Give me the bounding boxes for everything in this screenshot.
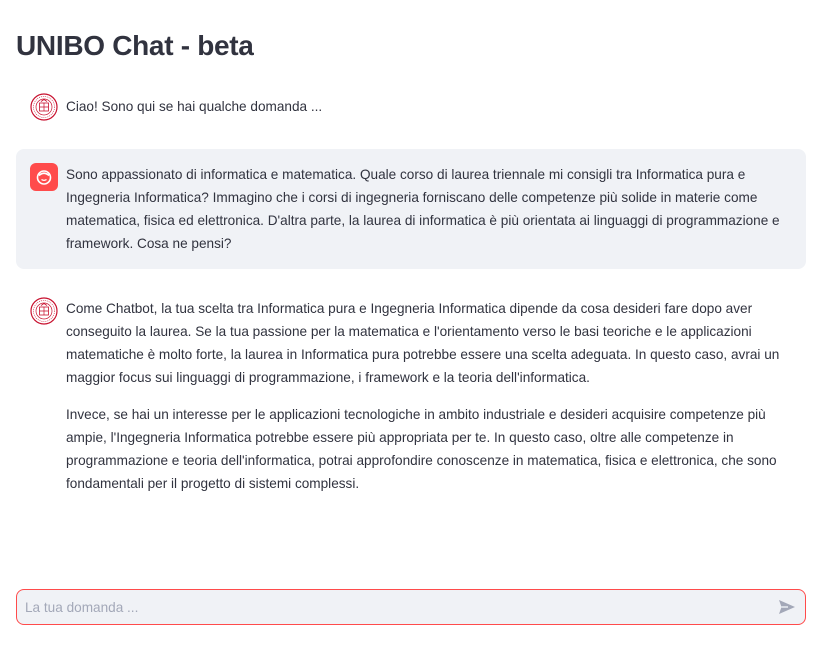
message-content: Ciao! Sono qui se hai qualche domanda ..… bbox=[66, 93, 806, 121]
chat-message-assistant: Come Chatbot, la tua scelta tra Informat… bbox=[16, 297, 806, 495]
chat-input[interactable] bbox=[17, 590, 769, 624]
page-title: UNIBO Chat - beta bbox=[16, 30, 254, 61]
send-button[interactable] bbox=[769, 590, 805, 624]
message-paragraph: Ciao! Sono qui se hai qualche domanda ..… bbox=[66, 99, 323, 114]
message-paragraph: Invece, se hai un interesse per le appli… bbox=[66, 407, 777, 491]
chat-message-user: Sono appassionato di informatica e matem… bbox=[16, 149, 806, 269]
chat-input-container bbox=[16, 589, 806, 625]
chat-page: UNIBO Chat - beta Ciao! Sono qui se hai … bbox=[0, 0, 822, 646]
message-content: Come Chatbot, la tua scelta tra Informat… bbox=[66, 297, 806, 495]
send-icon bbox=[779, 600, 795, 614]
unibo-seal-icon bbox=[30, 93, 58, 121]
message-paragraph: Come Chatbot, la tua scelta tra Informat… bbox=[66, 301, 780, 385]
message-content: Sono appassionato di informatica e matem… bbox=[66, 163, 806, 255]
user-face-icon bbox=[30, 163, 58, 191]
unibo-seal-icon bbox=[30, 297, 58, 325]
message-paragraph: Sono appassionato di informatica e matem… bbox=[66, 167, 780, 251]
chat-message-assistant: Ciao! Sono qui se hai qualche domanda ..… bbox=[16, 93, 806, 121]
